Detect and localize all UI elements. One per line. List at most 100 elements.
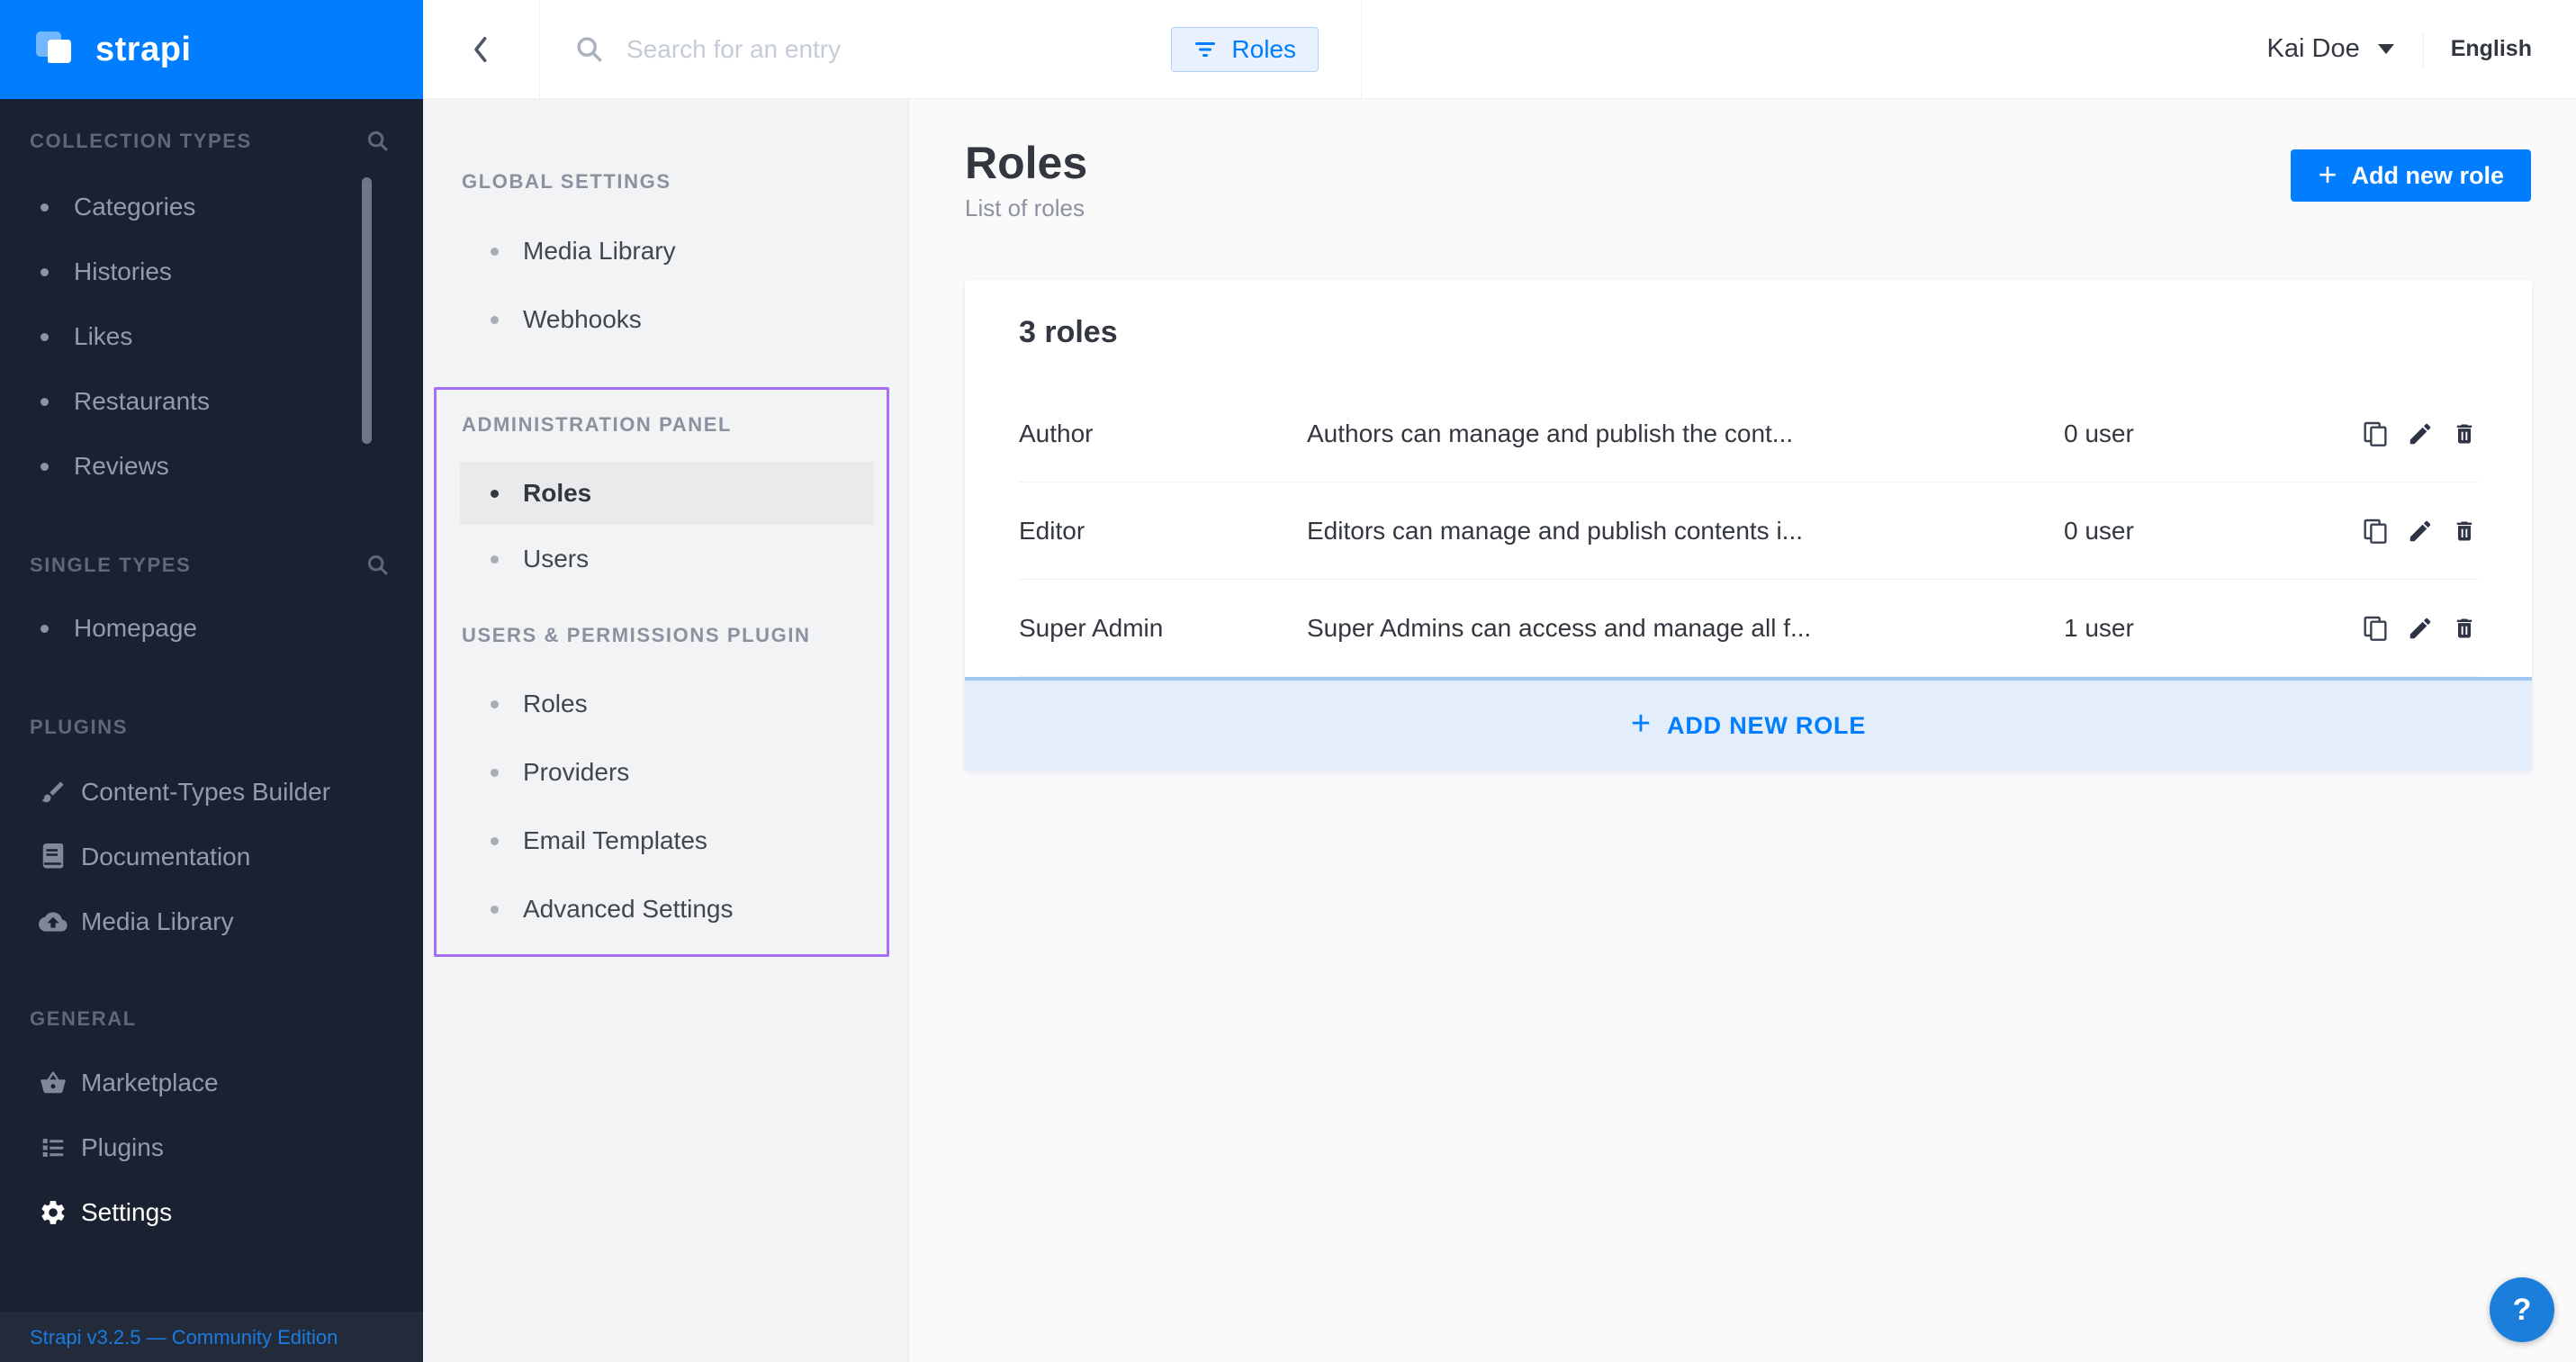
bullet-icon (491, 837, 499, 845)
role-users-count: 0 user (2064, 419, 2361, 448)
settings-item-admin-users[interactable]: Users (460, 525, 874, 593)
add-new-role-button[interactable]: + Add new role (2291, 149, 2531, 202)
main-sidebar: strapi COLLECTION TYPES Categories Histo… (0, 0, 423, 1362)
sidebar-item-plugins[interactable]: Plugins (0, 1115, 423, 1180)
plus-icon: + (2318, 158, 2337, 191)
delete-icon[interactable] (2450, 613, 2478, 644)
bullet-icon (41, 333, 49, 341)
bullet-icon (491, 316, 499, 324)
book-icon (38, 842, 68, 872)
edit-icon[interactable] (2406, 419, 2434, 449)
global-search: Roles (540, 0, 1362, 98)
back-button[interactable] (423, 0, 540, 98)
edit-icon[interactable] (2406, 613, 2434, 644)
bullet-icon (41, 268, 49, 276)
filter-chip-label: Roles (1231, 35, 1296, 64)
sidebar-item-histories[interactable]: Histories (0, 239, 423, 304)
search-icon[interactable] (365, 129, 391, 154)
role-name: Editor (1019, 517, 1307, 546)
section-header-single-types: SINGLE TYPES (0, 554, 423, 577)
row-actions (2361, 419, 2478, 449)
user-menu[interactable]: Kai Doe (2267, 34, 2394, 64)
duplicate-icon[interactable] (2361, 516, 2390, 546)
table-row-super-admin[interactable]: Super Admin Super Admins can access and … (965, 580, 2532, 677)
search-icon[interactable] (365, 553, 391, 578)
role-name: Author (1019, 419, 1307, 448)
sidebar-item-media-library[interactable]: Media Library (0, 889, 423, 954)
delete-icon[interactable] (2450, 419, 2478, 449)
settings-sidebar: GLOBAL SETTINGS Media Library Webhooks A… (423, 99, 909, 1362)
settings-item-admin-roles[interactable]: Roles (460, 462, 874, 525)
version-link[interactable]: Strapi v3.2.5 — Community Edition (30, 1326, 338, 1349)
settings-item-advanced-settings[interactable]: Advanced Settings (460, 875, 874, 943)
sidebar-item-documentation[interactable]: Documentation (0, 825, 423, 889)
settings-item-media-library[interactable]: Media Library (460, 217, 874, 285)
add-new-role-footer-button[interactable]: + ADD NEW ROLE (965, 677, 2532, 771)
sidebar-item-likes[interactable]: Likes (0, 304, 423, 369)
sidebar-item-restaurants[interactable]: Restaurants (0, 369, 423, 434)
main-content: Roles List of roles + Add new role 3 rol… (909, 99, 2576, 1362)
bullet-icon (491, 906, 499, 914)
bullet-icon (491, 248, 499, 256)
add-new-role-label: Add new role (2351, 162, 2504, 190)
cloud-upload-icon (38, 906, 68, 937)
duplicate-icon[interactable] (2361, 419, 2390, 449)
plus-icon: + (1631, 705, 1651, 744)
paintbrush-icon (38, 777, 68, 807)
section-header-plugins: PLUGINS (0, 716, 423, 739)
role-name: Super Admin (1019, 614, 1307, 643)
caret-down-icon (2378, 44, 2394, 54)
duplicate-icon[interactable] (2361, 613, 2390, 644)
row-actions (2361, 613, 2478, 644)
roles-card: 3 roles Author Authors can manage and pu… (965, 280, 2532, 771)
settings-item-webhooks[interactable]: Webhooks (460, 285, 874, 354)
row-actions (2361, 516, 2478, 546)
settings-item-providers[interactable]: Providers (460, 738, 874, 807)
group-header-global-settings: GLOBAL SETTINGS (423, 170, 908, 194)
bullet-icon (491, 555, 499, 564)
settings-item-up-roles[interactable]: Roles (460, 670, 874, 738)
role-description: Super Admins can access and manage all f… (1307, 614, 2064, 643)
sidebar-item-settings[interactable]: Settings (0, 1180, 423, 1245)
filter-chip-roles[interactable]: Roles (1171, 27, 1319, 72)
sidebar-scrollbar-thumb[interactable] (362, 177, 372, 444)
role-description: Authors can manage and publish the cont.… (1307, 419, 2064, 448)
language-selector[interactable]: English (2451, 36, 2532, 62)
delete-icon[interactable] (2450, 516, 2478, 546)
bullet-icon (41, 398, 49, 406)
sidebar-item-homepage[interactable]: Homepage (0, 596, 423, 661)
sidebar-item-marketplace[interactable]: Marketplace (0, 1051, 423, 1115)
group-header-administration-panel: ADMINISTRATION PANEL (423, 413, 908, 437)
table-row-editor[interactable]: Editor Editors can manage and publish co… (965, 483, 2532, 580)
sidebar-item-content-types-builder[interactable]: Content-Types Builder (0, 760, 423, 825)
bullet-icon (491, 769, 499, 777)
basket-icon (38, 1068, 68, 1098)
search-icon (574, 34, 605, 65)
gear-icon (38, 1197, 68, 1228)
help-button[interactable]: ? (2490, 1277, 2554, 1342)
role-users-count: 0 user (2064, 517, 2361, 546)
edit-icon[interactable] (2406, 516, 2434, 546)
strapi-logo-icon (36, 28, 79, 71)
role-users-count: 1 user (2064, 614, 2361, 643)
settings-item-email-templates[interactable]: Email Templates (460, 807, 874, 875)
topbar-right: Kai Doe English (1362, 0, 2576, 98)
section-header-general: GENERAL (0, 1007, 423, 1031)
group-header-users-permissions-plugin: USERS & PERMISSIONS PLUGIN (423, 624, 908, 647)
table-row-author[interactable]: Author Authors can manage and publish th… (965, 385, 2532, 483)
brand-name: strapi (95, 31, 191, 69)
sidebar-item-reviews[interactable]: Reviews (0, 434, 423, 499)
add-new-role-footer-label: ADD NEW ROLE (1667, 712, 1866, 740)
filter-icon (1193, 39, 1217, 60)
search-input[interactable] (626, 35, 1094, 64)
bullet-icon (491, 490, 499, 498)
strapi-logo[interactable]: strapi (0, 0, 423, 99)
bullet-icon (41, 463, 49, 471)
divider (2423, 32, 2424, 68)
chevron-left-icon (468, 34, 495, 65)
bullet-icon (491, 700, 499, 708)
role-description: Editors can manage and publish contents … (1307, 517, 2064, 546)
sidebar-item-categories[interactable]: Categories (0, 175, 423, 239)
section-header-collection-types: COLLECTION TYPES (0, 130, 423, 153)
user-name: Kai Doe (2267, 34, 2360, 64)
